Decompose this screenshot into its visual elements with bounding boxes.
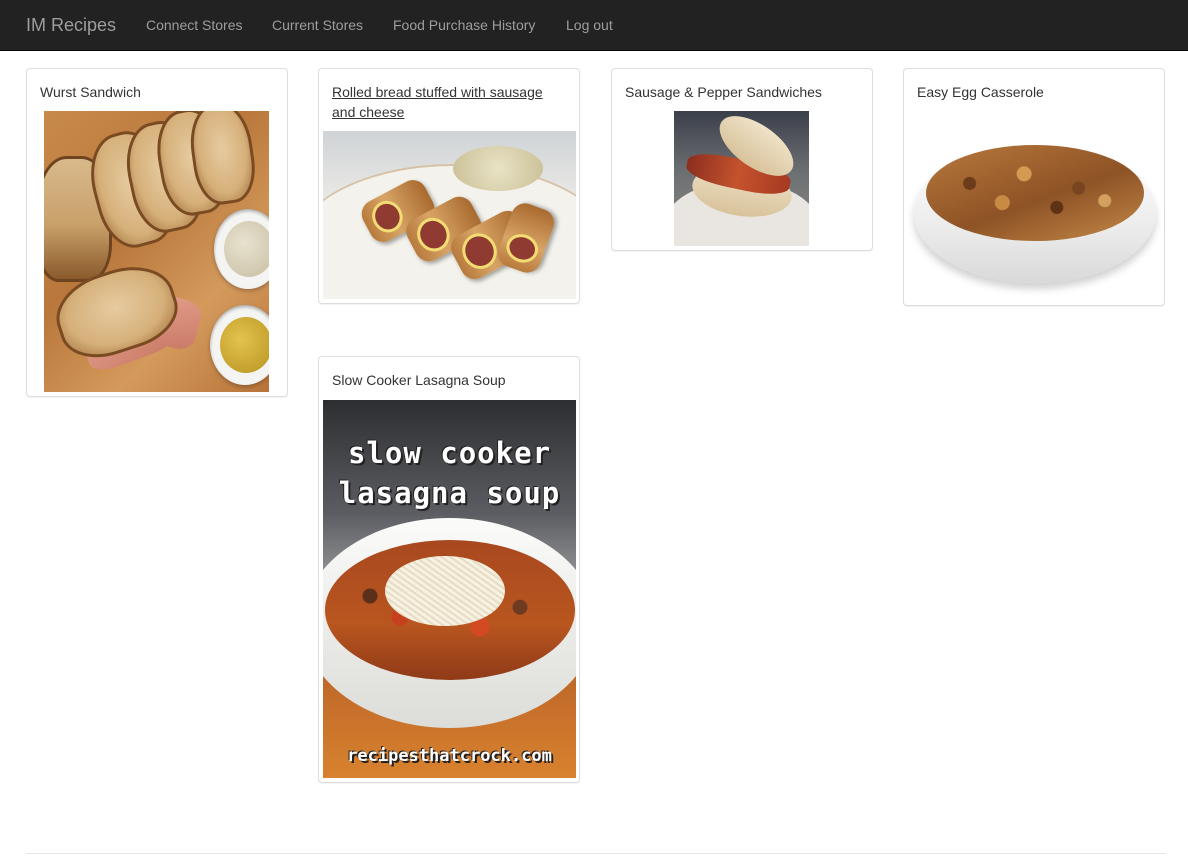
nav-current-stores[interactable]: Current Stores bbox=[272, 0, 363, 51]
recipe-card[interactable]: Wurst Sandwich bbox=[26, 68, 288, 397]
recipe-image[interactable]: slow cooker lasagna soup recipesthatcroc… bbox=[323, 400, 576, 778]
recipe-title[interactable]: Sausage & Pepper Sandwiches bbox=[625, 82, 859, 102]
recipe-card[interactable]: Slow Cooker Lasagna Soup slow cooker las… bbox=[318, 356, 580, 783]
recipe-card[interactable]: Easy Egg Casserole bbox=[903, 68, 1165, 306]
top-navbar: IM Recipes Connect Stores Current Stores… bbox=[0, 0, 1188, 51]
recipe-card[interactable]: Rolled bread stuffed with sausage and ch… bbox=[318, 68, 580, 304]
nav-connect-stores[interactable]: Connect Stores bbox=[146, 0, 243, 51]
image-watermark: recipesthatcrock.com bbox=[347, 746, 552, 766]
footer-divider bbox=[26, 853, 1166, 854]
nav-food-purchase-history[interactable]: Food Purchase History bbox=[393, 0, 535, 51]
recipe-image[interactable] bbox=[44, 111, 269, 392]
recipe-image[interactable] bbox=[323, 131, 576, 299]
image-caption-line: slow cooker bbox=[347, 436, 552, 470]
recipe-title[interactable]: Easy Egg Casserole bbox=[917, 82, 1151, 102]
recipe-image[interactable] bbox=[908, 131, 1161, 301]
recipe-title-link[interactable]: Rolled bread stuffed with sausage and ch… bbox=[332, 82, 566, 122]
recipe-image[interactable] bbox=[674, 111, 809, 246]
nav-log-out[interactable]: Log out bbox=[566, 0, 613, 51]
recipe-title[interactable]: Wurst Sandwich bbox=[40, 82, 274, 102]
recipe-title[interactable]: Slow Cooker Lasagna Soup bbox=[332, 370, 566, 390]
image-caption-line: lasagna soup bbox=[338, 476, 561, 510]
recipe-card[interactable]: Sausage & Pepper Sandwiches bbox=[611, 68, 873, 251]
brand-link[interactable]: IM Recipes bbox=[26, 0, 116, 51]
